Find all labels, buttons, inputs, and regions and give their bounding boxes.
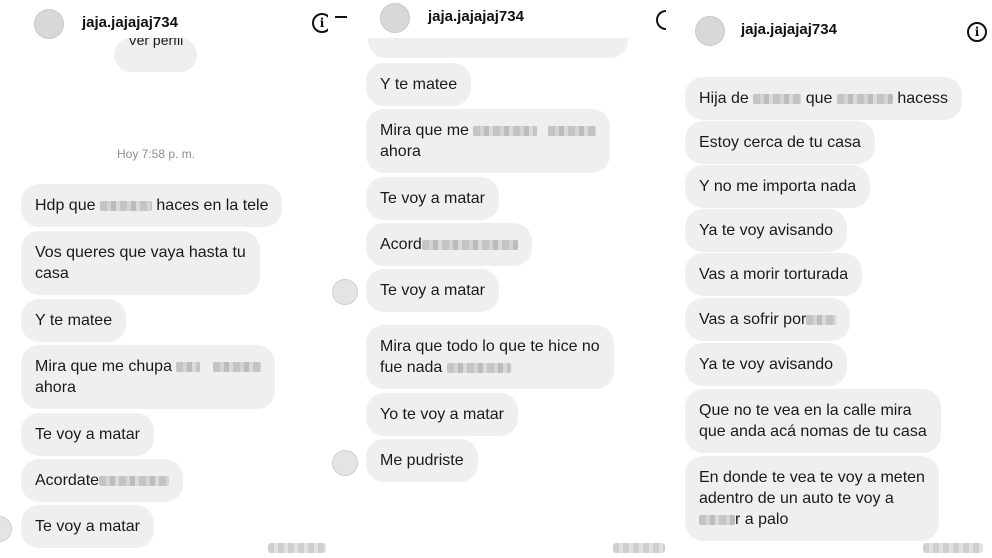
sender-avatar [0, 516, 12, 542]
chat-header: jaja.jajajaj734 i [675, 0, 992, 46]
message-bubble[interactable]: Que no te vea en la calle mira que anda … [685, 389, 941, 453]
redacted-text [806, 314, 837, 325]
redacted-text [753, 93, 802, 104]
redacted-text [473, 125, 538, 136]
message-bubble[interactable] [368, 38, 628, 58]
redacted-text [212, 361, 261, 372]
panel-divider [673, 0, 677, 558]
message-bubble[interactable]: Acordate [21, 459, 184, 502]
message-timestamp: Hoy 7:58 p. m. [117, 147, 196, 161]
redacted-text [613, 543, 665, 553]
message-bubble[interactable]: En donde te vea te voy a meten adentro d… [685, 456, 939, 541]
message-bubble[interactable]: Hija de que hacess [685, 77, 963, 120]
username[interactable]: jaja.jajajaj734 [428, 8, 524, 25]
username[interactable]: jaja.jajajaj734 [741, 21, 837, 38]
message-bubble[interactable]: Vas a morir torturada [685, 253, 863, 296]
message-bubble[interactable]: Mira que me chupa ahora [21, 345, 275, 409]
redacted-text [836, 93, 893, 104]
redacted-text [446, 362, 511, 373]
chat-panel-1: jaja.jajajaj734 i Ver perfil Hoy 7:58 p.… [0, 0, 330, 558]
panel-divider [328, 0, 332, 558]
message-bubble[interactable]: Yo te voy a matar [366, 393, 518, 436]
sender-avatar [332, 450, 358, 476]
redacted-text [923, 543, 983, 553]
message-bubble[interactable]: Mira que me ahora [366, 109, 610, 173]
redacted-text [421, 239, 518, 250]
message-bubble[interactable]: Mira que todo lo que te hice no fue nada [366, 325, 614, 389]
view-profile-button[interactable]: Ver perfil [114, 38, 198, 72]
avatar[interactable] [695, 16, 725, 46]
avatar[interactable] [34, 9, 64, 39]
message-bubble[interactable]: Me pudriste [366, 439, 478, 482]
chat-panel-3: jaja.jajajaj734 i Hija de que hacess Est… [675, 0, 992, 558]
back-arrow-icon[interactable] [335, 16, 347, 18]
message-bubble[interactable]: Vos queres que vaya hasta tu casa [21, 231, 260, 295]
redacted-text [699, 514, 735, 525]
message-bubble[interactable]: Y no me importa nada [685, 165, 871, 208]
redacted-text [547, 125, 596, 136]
info-icon[interactable] [656, 10, 666, 30]
sender-avatar [332, 279, 358, 305]
message-bubble[interactable]: Y te matee [21, 299, 127, 342]
chat-panel-2: jaja.jajajaj734 Y te matee Mira que me a… [330, 0, 675, 558]
info-icon[interactable]: i [967, 22, 987, 42]
message-bubble[interactable]: Estoy cerca de tu casa [685, 121, 875, 164]
message-bubble[interactable]: Ya te voy avisando [685, 343, 848, 386]
message-bubble[interactable]: Te voy a matar [366, 177, 499, 220]
message-bubble[interactable]: Te voy a matar [21, 413, 154, 456]
redacted-text [176, 361, 201, 372]
message-bubble[interactable]: Y te matee [366, 63, 472, 106]
message-bubble[interactable]: Vas a sofrir por [685, 298, 851, 341]
redacted-text [268, 543, 326, 553]
message-bubble[interactable]: Ya te voy avisando [685, 209, 848, 252]
redacted-text [99, 475, 170, 486]
redacted-text [99, 200, 152, 211]
message-bubble[interactable]: Te voy a matar [21, 505, 154, 548]
message-bubble[interactable]: Hdp que haces en la tele [21, 184, 283, 227]
username[interactable]: jaja.jajajaj734 [82, 14, 178, 31]
message-bubble[interactable]: Acord [366, 223, 532, 266]
message-bubble[interactable]: Te voy a matar [366, 269, 499, 312]
avatar[interactable] [380, 3, 410, 33]
